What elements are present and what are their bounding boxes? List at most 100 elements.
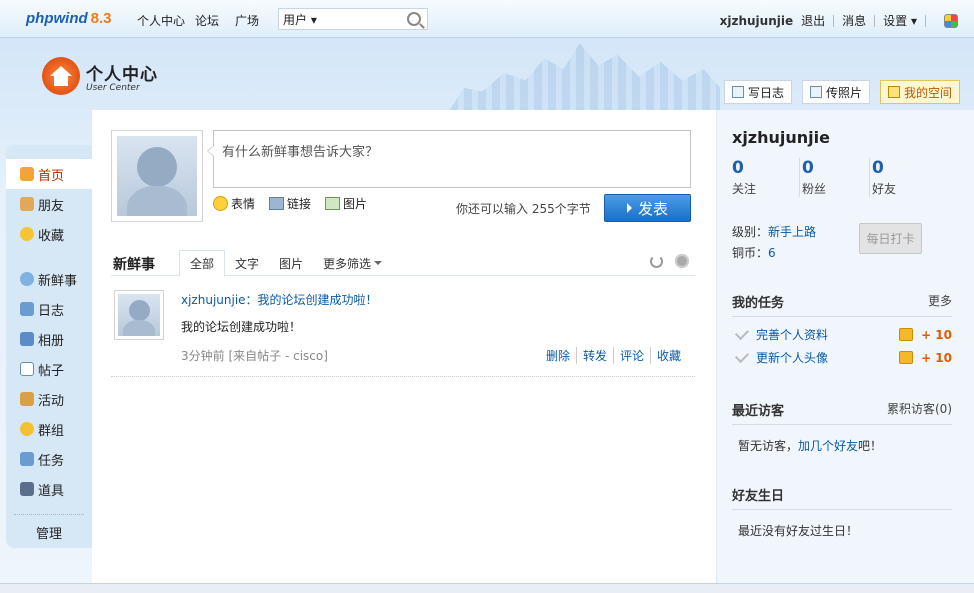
sidebar-item-blog[interactable]: 日志 <box>6 294 92 324</box>
profile-level: 级别：新手上路 铜币：6 <box>732 222 816 264</box>
coin-icon <box>899 351 914 364</box>
sidebar-item-album[interactable]: 相册 <box>6 324 92 354</box>
add-friends-link[interactable]: 加几个好友 <box>798 439 858 453</box>
visitors-empty: 暂无访客，加几个好友吧！ <box>732 425 952 466</box>
level-link[interactable]: 新手上路 <box>768 225 816 239</box>
sidebar-item-groups[interactable]: 群组 <box>6 414 92 444</box>
task-reward: + 10 <box>921 350 952 365</box>
stat-friends[interactable]: 0 好友 <box>872 158 940 197</box>
house-icon <box>42 57 80 95</box>
pencil-icon <box>731 86 744 98</box>
tasks-more-link[interactable]: 更多 <box>928 292 952 311</box>
header-buttons: 写日志 传照片 我的空间 <box>723 80 960 104</box>
nav-square[interactable]: 广场 <box>235 12 259 29</box>
tasks-title: 我的任务 <box>732 296 785 311</box>
phpwind-logo[interactable]: phpwind 8.3 <box>26 10 112 27</box>
theme-color-icon[interactable] <box>944 13 958 28</box>
sidebar-item-events[interactable]: 活动 <box>6 384 92 414</box>
feed-item: xjzhujunjie：我的论坛创建成功啦！ 我的论坛创建成功啦！ 3分钟前 [… <box>111 286 695 377</box>
publish-label: 发表 <box>637 199 668 218</box>
left-sidebar: 首页 朋友 收藏 新鲜事 日志 相册 帖子 活动 群组 任务 道具 管理 <box>6 145 102 548</box>
daily-checkin-button[interactable]: 每日打卡 <box>859 223 922 254</box>
stat-label: 粉丝 <box>802 182 827 196</box>
stat-following[interactable]: 0 关注 <box>732 158 800 197</box>
delete-link[interactable]: 删除 <box>540 347 576 364</box>
feed-post-link[interactable]: ：我的论坛创建成功啦！ <box>246 293 378 307</box>
visitors-empty-suffix: 吧！ <box>858 439 883 453</box>
logo-version: 8.3 <box>90 10 112 27</box>
tab-more-filters[interactable]: 更多筛选 <box>313 250 392 276</box>
stat-fans[interactable]: 0 粉丝 <box>802 158 870 197</box>
avatar-image <box>118 294 160 336</box>
feed-user-link[interactable]: xjzhujunjie <box>181 293 246 307</box>
sidebar-item-friends[interactable]: 朋友 <box>6 189 92 219</box>
sidebar-admin-link[interactable]: 管理 <box>14 514 84 542</box>
search-icon[interactable] <box>407 12 421 26</box>
my-space-button[interactable]: 我的空间 <box>879 80 960 104</box>
sidebar-item-favorites[interactable]: 收藏 <box>6 219 92 249</box>
tab-images[interactable]: 图片 <box>269 250 313 276</box>
chevron-down-icon <box>374 261 383 265</box>
birthdays-empty: 最近没有好友过生日！ <box>738 524 859 538</box>
profile-username[interactable]: xjzhujunjie <box>732 128 830 147</box>
search-input[interactable] <box>329 12 399 26</box>
search-scope-select[interactable]: 用户 ▾ <box>279 11 329 28</box>
sidebar-item-tasks[interactable]: 任务 <box>6 444 92 474</box>
feed-text: 我的论坛创建成功啦！ <box>181 320 302 334</box>
image-icon <box>325 197 341 210</box>
coins-label: 铜币： <box>732 246 769 260</box>
stat-label: 关注 <box>732 182 757 196</box>
char-remaining: 你还可以输入 255个字节 <box>456 202 591 216</box>
nav-forum[interactable]: 论坛 <box>195 12 219 29</box>
gear-icon[interactable] <box>675 254 689 268</box>
sidebar-item-tools[interactable]: 道具 <box>6 474 92 504</box>
nav-user-center[interactable]: 个人中心 <box>137 12 185 29</box>
coins-value[interactable]: 6 <box>768 246 776 260</box>
browser-status-strip <box>0 583 974 593</box>
sidebar-label: 朋友 <box>38 198 65 214</box>
top-bar: phpwind 8.3 个人中心 论坛 广场 用户 ▾ xjzhujunjie 退… <box>0 0 974 38</box>
task-reward: + 10 <box>921 327 952 342</box>
tools-icon <box>20 482 34 496</box>
logout-link[interactable]: 退出 <box>801 12 825 29</box>
home-nav-icon <box>20 167 34 181</box>
settings-menu[interactable]: 设置 ▾ <box>883 12 917 29</box>
publish-button[interactable]: 发表 <box>604 194 691 222</box>
sidebar-item-posts[interactable]: 帖子 <box>6 354 92 384</box>
tab-text[interactable]: 文字 <box>225 250 269 276</box>
play-arrow-icon <box>626 203 632 213</box>
username-link[interactable]: xjzhujunjie <box>720 14 794 28</box>
tab-label: 图片 <box>279 256 304 271</box>
favorite-link[interactable]: 收藏 <box>649 347 687 364</box>
visitors-total-link[interactable]: 累积访客(0) <box>887 400 952 419</box>
feed-avatar[interactable] <box>114 290 164 340</box>
emoji-button[interactable]: 表情 <box>213 195 255 212</box>
image-button[interactable]: 图片 <box>325 195 367 212</box>
feed-title: 新鲜事 <box>113 257 155 273</box>
sidebar-item-news[interactable]: 新鲜事 <box>6 264 92 294</box>
sidebar-item-home[interactable]: 首页 <box>6 159 102 189</box>
divider <box>874 14 876 27</box>
link-button[interactable]: 链接 <box>269 195 311 212</box>
emoji-label: 表情 <box>231 197 256 211</box>
task-link[interactable]: 完善个人资料 <box>756 326 899 343</box>
document-icon <box>20 362 34 376</box>
upload-photo-button[interactable]: 传照片 <box>801 80 870 104</box>
check-icon <box>734 325 750 341</box>
status-composer[interactable]: 有什么新鲜事想告诉大家？ <box>207 130 691 188</box>
tab-all[interactable]: 全部 <box>179 250 226 277</box>
messages-link[interactable]: 消息 <box>842 12 866 29</box>
coin-icon <box>899 328 914 341</box>
profile-stats: 0 关注 0 粉丝 0 好友 <box>732 158 942 197</box>
avatar[interactable] <box>111 130 203 222</box>
sidebar-label: 新鲜事 <box>38 273 78 289</box>
right-panel: xjzhujunjie 0 关注 0 粉丝 0 好友 级别：新手上路 铜币：6 每日打… <box>716 110 974 583</box>
friends-icon <box>20 197 34 211</box>
write-blog-button[interactable]: 写日志 <box>723 80 792 104</box>
forward-link[interactable]: 转发 <box>575 347 613 364</box>
refresh-icon[interactable] <box>650 255 663 268</box>
comment-link[interactable]: 评论 <box>612 347 650 364</box>
feed-tabs: 全部 文字 图片 更多筛选 <box>179 250 392 277</box>
feed-headline: xjzhujunjie：我的论坛创建成功啦！ <box>181 291 378 308</box>
task-link[interactable]: 更新个人头像 <box>756 349 899 366</box>
